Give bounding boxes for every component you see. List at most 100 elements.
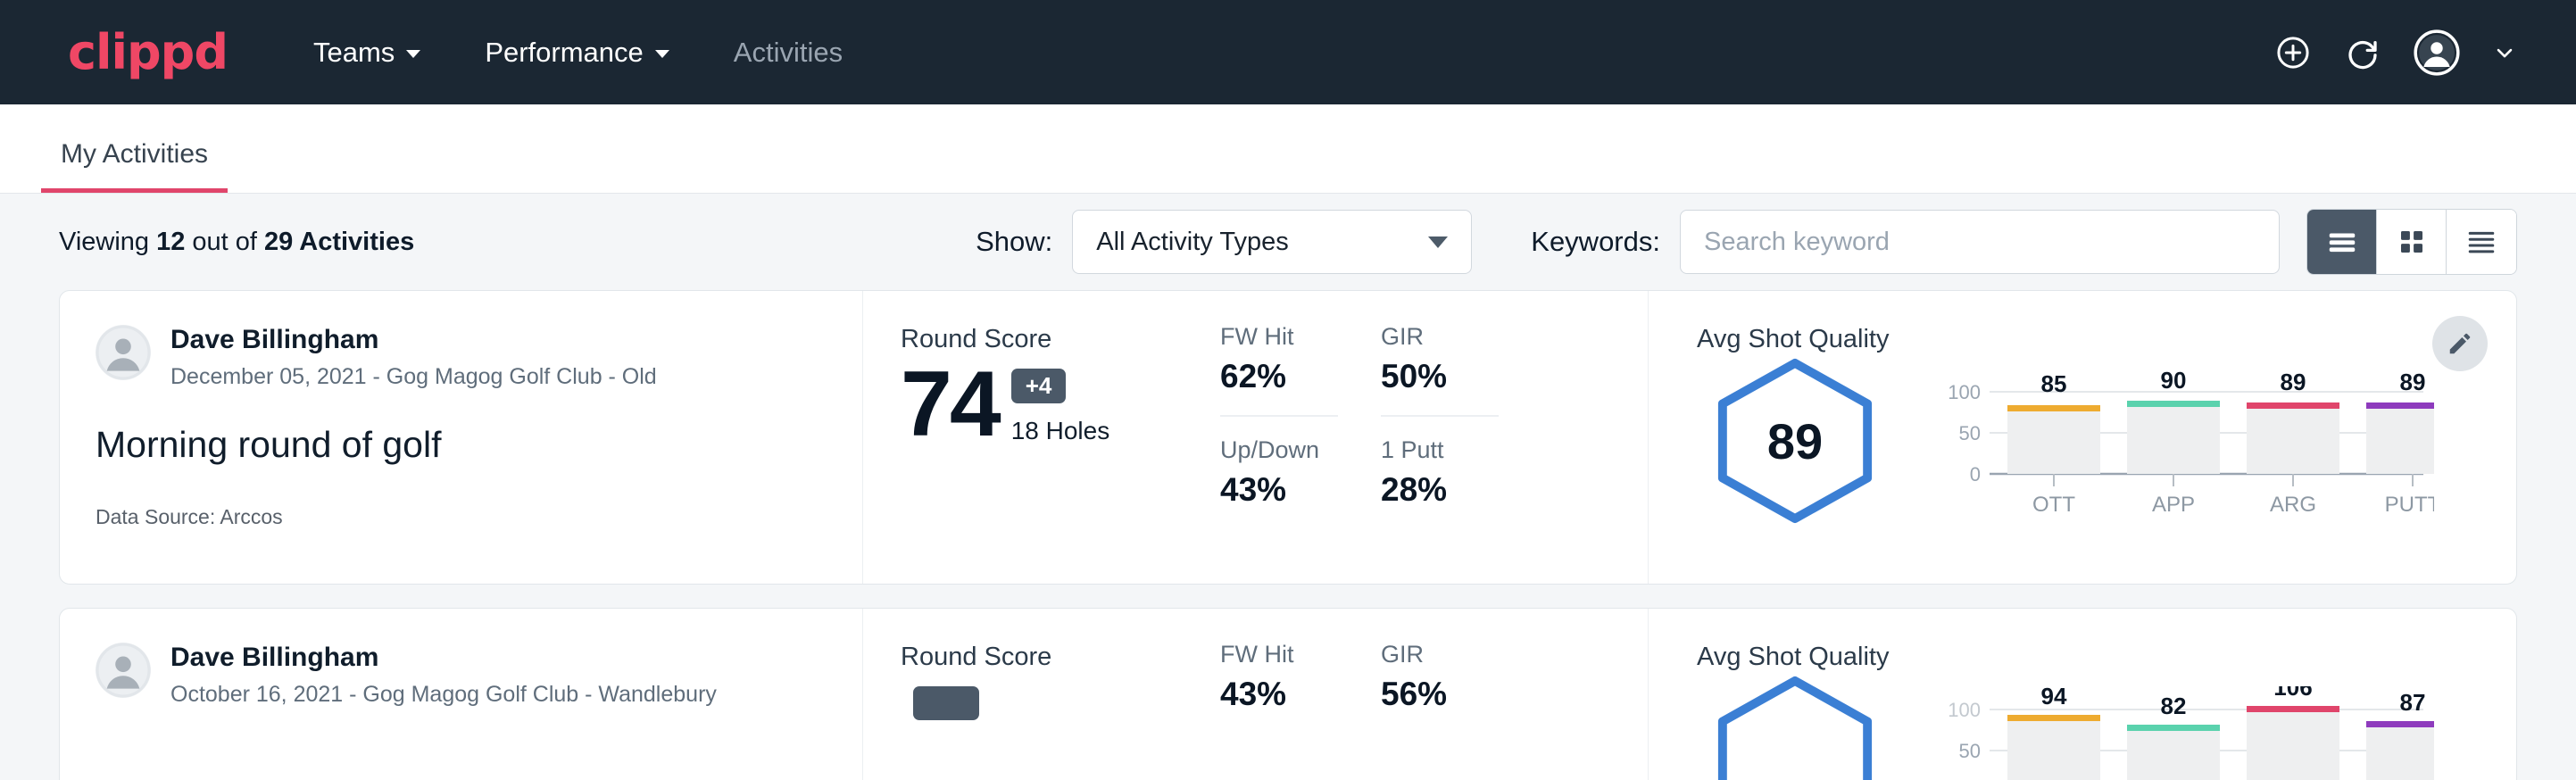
filter-controls: Show: All Activity Types Keywords: [976, 209, 2517, 275]
keywords-label: Keywords: [1531, 226, 1660, 258]
round-score-side: +4 18 Holes [1011, 358, 1110, 451]
plus-circle-icon[interactable] [2274, 34, 2312, 71]
chevron-down-icon [655, 50, 669, 58]
filter-bar: Viewing 12 out of 29 Activities Show: Al… [59, 194, 2517, 290]
activity-meta: October 16, 2021 - Gog Magog Golf Club -… [170, 682, 717, 708]
player-text: Dave Billingham December 05, 2021 - Gog … [170, 325, 657, 390]
nav-item-performance-label: Performance [485, 37, 643, 69]
search-input[interactable] [1680, 210, 2280, 274]
list-view-button[interactable] [2307, 210, 2377, 274]
svg-text:ARG: ARG [2270, 493, 2316, 517]
avg-shot-quality-label: Avg Shot Quality [1697, 325, 2516, 354]
top-navigation-bar: clippd Teams Performance Activities [0, 0, 2576, 104]
stat-value: 50% [1381, 358, 1499, 395]
main-content: Viewing 12 out of 29 Activities Show: Al… [0, 194, 2576, 780]
round-score-side [913, 676, 979, 726]
svg-text:90: 90 [2161, 369, 2187, 394]
data-source-label: Data Source: Arccos [96, 505, 827, 529]
stat-fw-hit: FW Hit 62% [1220, 323, 1338, 417]
account-avatar-icon[interactable] [2414, 29, 2460, 76]
detail-view-button[interactable] [2447, 210, 2516, 274]
shot-quality-bar-chart: 100 50 0 85 OTT 90 APP [1884, 356, 2516, 552]
round-score-label: Round Score [901, 325, 1220, 354]
stat-value: 62% [1220, 358, 1338, 395]
tab-my-activities[interactable]: My Activities [41, 139, 228, 193]
nav-item-teams[interactable]: Teams [313, 37, 420, 69]
round-score-row: 74 +4 18 Holes [901, 358, 1220, 451]
stats-section: FW Hit 43% GIR 56% [1220, 609, 1649, 780]
activity-info-section: Dave Billingham October 16, 2021 - Gog M… [60, 609, 863, 780]
svg-text:94: 94 [2041, 686, 2067, 709]
avatar [96, 643, 151, 698]
nav-item-activities-label: Activities [734, 37, 843, 69]
avg-shot-quality-section: Avg Shot Quality 100 50 0 [1649, 609, 2516, 780]
avg-shot-quality-label: Avg Shot Quality [1697, 643, 2516, 672]
activity-type-select[interactable]: All Activity Types [1072, 210, 1472, 274]
svg-text:0: 0 [1970, 463, 1981, 485]
quality-hexagon: 89 [1706, 356, 1884, 526]
player-header: Dave Billingham October 16, 2021 - Gog M… [96, 643, 827, 708]
stat-value: 56% [1381, 676, 1499, 713]
clippd-logo[interactable]: clippd [68, 29, 228, 77]
stat-label: Up/Down [1220, 436, 1338, 464]
stat-label: GIR [1381, 641, 1499, 668]
stat-one-putt: 1 Putt 28% [1381, 417, 1499, 509]
stat-fw-hit: FW Hit 43% [1220, 641, 1338, 713]
shot-quality-bar-chart: 100 50 0 94 82 106 87 [1884, 674, 2516, 780]
score-to-par-badge: +4 [1011, 369, 1067, 403]
activity-card[interactable]: Dave Billingham October 16, 2021 - Gog M… [59, 608, 2517, 780]
tab-my-activities-label: My Activities [61, 139, 208, 169]
tab-strip: My Activities [0, 104, 2576, 194]
activity-card[interactable]: Dave Billingham December 05, 2021 - Gog … [59, 290, 2517, 585]
round-score-value: 74 [901, 358, 999, 451]
avg-shot-quality-section: Avg Shot Quality 89 100 [1649, 291, 2516, 584]
refresh-icon[interactable] [2344, 34, 2381, 71]
chevron-down-icon [1428, 236, 1448, 248]
stat-label: 1 Putt [1381, 436, 1499, 464]
quality-row: 89 100 50 0 85 [1697, 356, 2516, 552]
show-label: Show: [976, 226, 1052, 258]
nav-item-performance[interactable]: Performance [485, 37, 669, 69]
svg-text:PUTT: PUTT [2385, 493, 2434, 517]
round-score-section: Round Score [863, 609, 1220, 780]
svg-text:89: 89 [2400, 369, 2426, 395]
stat-value: 43% [1220, 471, 1338, 509]
stat-label: FW Hit [1220, 323, 1338, 351]
grid-view-button[interactable] [2377, 210, 2447, 274]
viewing-count: 12 [156, 228, 185, 256]
activity-type-value: All Activity Types [1096, 228, 1288, 257]
account-chevron-down-icon[interactable] [2492, 40, 2517, 65]
bar-chart-svg: 100 50 0 94 82 106 87 [1934, 686, 2434, 780]
svg-text:50: 50 [1959, 740, 1981, 762]
player-header: Dave Billingham December 05, 2021 - Gog … [96, 325, 827, 390]
stat-gir: GIR 50% [1381, 323, 1499, 417]
score-to-par-badge [913, 686, 979, 720]
svg-text:106: 106 [2273, 686, 2312, 701]
viewing-total: 29 Activities [264, 228, 414, 256]
nav-item-activities[interactable]: Activities [734, 37, 843, 69]
chevron-down-icon [406, 50, 420, 58]
nav-actions [2274, 29, 2517, 76]
svg-text:82: 82 [2161, 693, 2187, 719]
activity-info-section: Dave Billingham December 05, 2021 - Gog … [60, 291, 863, 584]
stat-value: 43% [1220, 676, 1338, 713]
player-name: Dave Billingham [170, 325, 657, 356]
svg-text:APP: APP [2152, 493, 2195, 517]
quality-hexagon [1706, 674, 1884, 780]
primary-nav: Teams Performance Activities [313, 37, 843, 69]
svg-text:100: 100 [1948, 699, 1981, 721]
activity-title: Morning round of golf [96, 424, 827, 466]
view-mode-toggle-group [2306, 209, 2517, 275]
stat-label: GIR [1381, 323, 1499, 351]
holes-label: 18 Holes [1011, 417, 1110, 445]
svg-text:89: 89 [2281, 369, 2306, 395]
avatar [96, 325, 151, 380]
pencil-icon [2447, 330, 2473, 357]
stat-label: FW Hit [1220, 641, 1338, 668]
player-name: Dave Billingham [170, 643, 717, 674]
svg-text:87: 87 [2400, 689, 2426, 716]
edit-activity-button[interactable] [2432, 316, 2488, 371]
stats-section: FW Hit 62% GIR 50% Up/Down 43% 1 Putt 28… [1220, 291, 1649, 584]
quality-score-value: 89 [1767, 412, 1823, 470]
stat-up-down: Up/Down 43% [1220, 417, 1338, 509]
